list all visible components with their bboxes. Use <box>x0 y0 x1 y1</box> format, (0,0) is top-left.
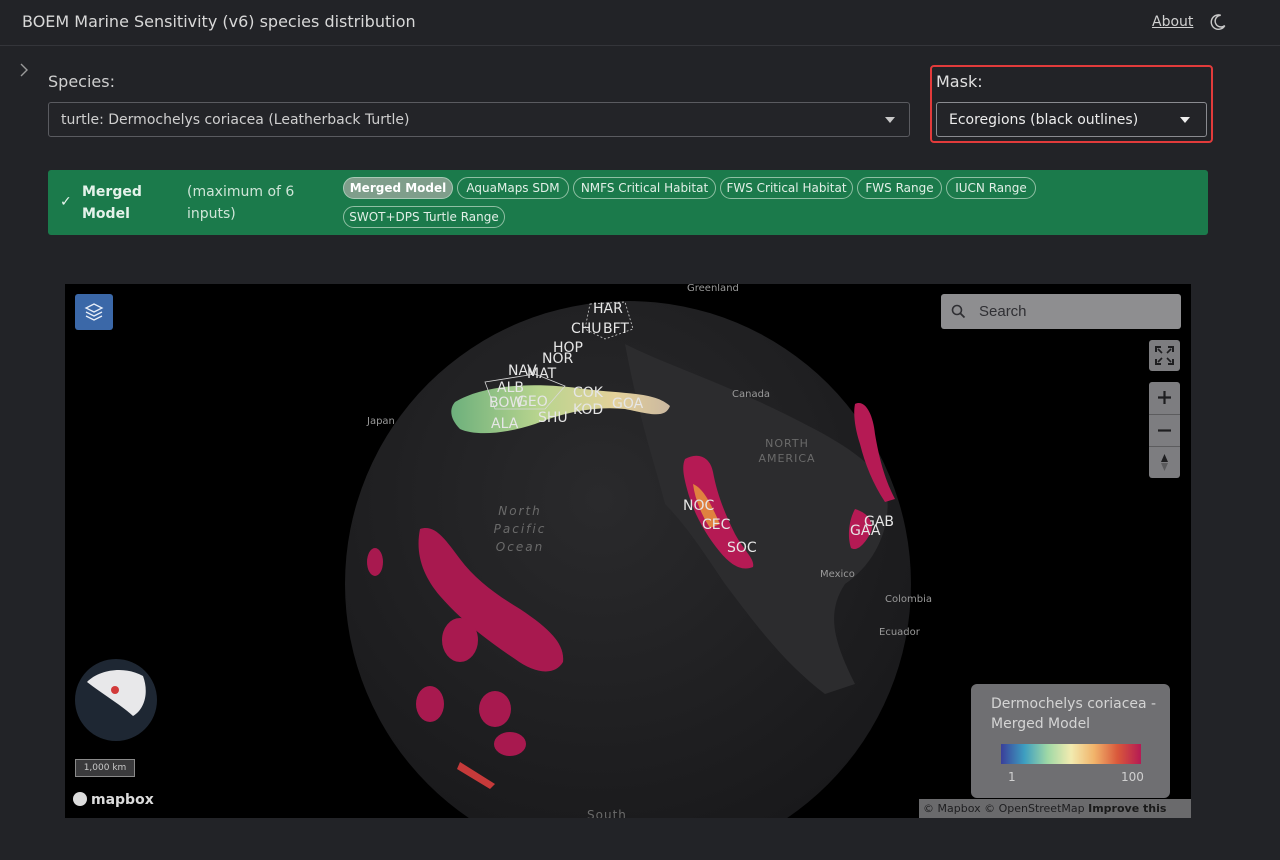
scale-bar: 1,000 km <box>75 759 135 777</box>
habitat-island-1 <box>442 618 478 662</box>
chip-fws-critical-habitat[interactable]: FWS Critical Habitat <box>720 177 853 199</box>
ecoregion-label: GEO <box>517 394 548 410</box>
habitat-island-3 <box>416 686 444 722</box>
ecoregion-label: NOR <box>542 351 574 367</box>
ecoregion-label: KOD <box>573 402 604 418</box>
chevron-down-icon <box>1180 117 1190 123</box>
place-label-north-pacific: North Pacific Ocean <box>493 504 547 554</box>
compass-icon <box>1161 454 1168 471</box>
place-label-mexico: Mexico <box>820 569 855 580</box>
fullscreen-button[interactable] <box>1149 340 1180 371</box>
mask-label: Mask: <box>936 72 983 91</box>
zoom-out-button[interactable] <box>1149 414 1180 446</box>
layers-icon <box>84 303 104 321</box>
expand-icon <box>1155 346 1174 365</box>
chip-aquamaps-sdm[interactable]: AquaMaps SDM <box>457 177 569 199</box>
mapbox-logo-text: mapbox <box>91 792 154 808</box>
zoom-control <box>1149 382 1180 478</box>
mapbox-logo[interactable]: mapbox <box>73 792 154 808</box>
species-label: Species: <box>48 72 115 91</box>
map-pin-icon <box>111 686 119 694</box>
map-search[interactable] <box>941 294 1181 329</box>
habitat-island-2 <box>367 548 383 576</box>
map-attribution: © Mapbox © OpenStreetMap Improve this ma… <box>919 799 1191 818</box>
chevron-down-icon <box>885 117 895 123</box>
place-label-japan: Japan <box>367 416 395 427</box>
habitat-island-5 <box>494 732 526 756</box>
top-navbar: BOEM Marine Sensitivity (v6) species dis… <box>0 0 1280 46</box>
ecoregion-label: CHU <box>571 321 602 337</box>
place-label-south: South <box>587 808 627 818</box>
habitat-island-4 <box>479 691 511 727</box>
ecoregion-label: MAT <box>527 366 557 382</box>
search-input[interactable] <box>977 302 1171 321</box>
app-title: BOEM Marine Sensitivity (v6) species dis… <box>22 12 416 31</box>
ecoregion-label: BFT <box>603 321 629 337</box>
legend-min: 1 <box>1008 770 1016 784</box>
legend-color-ramp <box>1001 744 1141 764</box>
check-icon: ✓ <box>60 194 72 210</box>
ecoregion-label: SHU <box>538 410 568 426</box>
about-link[interactable]: About <box>1152 14 1193 30</box>
layers-button[interactable] <box>75 294 113 330</box>
ecoregion-label: HAR <box>593 301 623 317</box>
ecoregion-label: COK <box>573 385 603 401</box>
legend-title: Dermochelys coriacea - Merged Model <box>991 696 1157 732</box>
attribution-text: © Mapbox © OpenStreetMap <box>923 802 1085 815</box>
place-label-canada: Canada <box>732 389 771 400</box>
model-panel-title: Merged Model <box>82 184 142 222</box>
chip-nmfs-critical-habitat[interactable]: NMFS Critical Habitat <box>573 177 716 199</box>
ecoregion-label: SOC <box>727 540 757 556</box>
mapbox-logo-icon <box>73 792 87 806</box>
place-label-greenland: Greenland <box>687 284 739 294</box>
search-icon <box>951 304 966 319</box>
zoom-in-button[interactable] <box>1149 382 1180 413</box>
sidebar-toggle-chevron-icon[interactable] <box>17 62 31 78</box>
mask-dropdown[interactable]: Ecoregions (black outlines) <box>936 102 1207 137</box>
legend-max: 100 <box>1121 770 1144 784</box>
ecoregion-label: CEC <box>702 517 731 533</box>
moon-icon[interactable] <box>1209 13 1227 31</box>
chip-fws-range[interactable]: FWS Range <box>857 177 942 199</box>
minus-icon <box>1158 429 1171 432</box>
species-dropdown[interactable]: turtle: Dermochelys coriacea (Leatherbac… <box>48 102 910 137</box>
map-canvas[interactable]: Greenland Canada Japan NORTH AMERICA Nor… <box>65 284 1191 818</box>
mask-selected-value: Ecoregions (black outlines) <box>949 112 1139 128</box>
ecoregion-label: ALA <box>491 416 519 432</box>
place-label-colombia: Colombia <box>885 594 932 605</box>
compass-button[interactable] <box>1149 446 1180 478</box>
chip-merged-model[interactable]: Merged Model <box>343 177 453 199</box>
ecoregion-label: GOA <box>612 396 644 412</box>
chip-swot-dps-turtle-range[interactable]: SWOT+DPS Turtle Range <box>343 206 505 228</box>
plus-icon <box>1158 391 1171 404</box>
place-label-north-america: NORTH AMERICA <box>758 437 816 465</box>
ecoregion-label: NOC <box>683 498 715 514</box>
ecoregion-label: GAA <box>850 523 881 539</box>
place-label-ecuador: Ecuador <box>879 627 920 638</box>
chip-iucn-range[interactable]: IUCN Range <box>946 177 1036 199</box>
map-legend: Dermochelys coriacea - Merged Model 1 10… <box>971 684 1170 798</box>
species-selected-value: turtle: Dermochelys coriacea (Leatherbac… <box>61 112 410 128</box>
model-panel-note: (maximum of 6 inputs) <box>187 184 295 222</box>
fullscreen-control <box>1149 340 1180 371</box>
